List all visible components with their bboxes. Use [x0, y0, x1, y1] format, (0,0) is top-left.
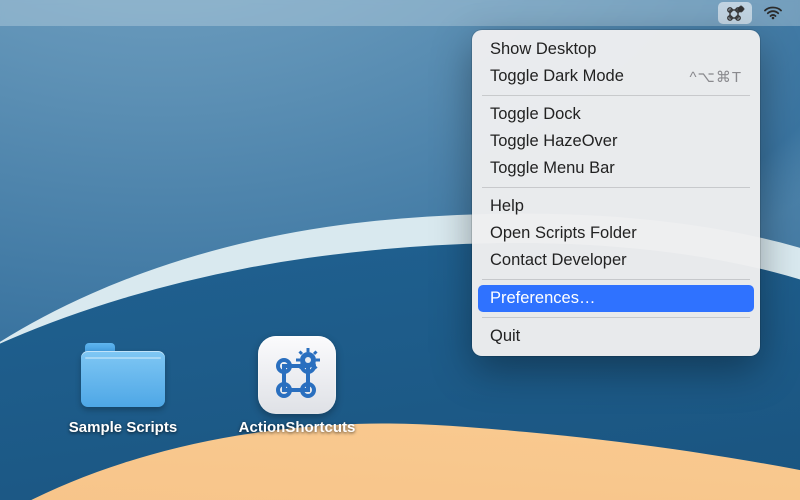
menu-item-label: Open Scripts Folder: [490, 224, 637, 243]
desktop-icon-actionshortcuts[interactable]: ActionShortcuts: [232, 338, 362, 436]
menu-item-label: Help: [490, 197, 524, 216]
app-menu-dropdown: Show Desktop Toggle Dark Mode ^⌥⌘T Toggl…: [472, 30, 760, 356]
menu-item-label: Show Desktop: [490, 40, 596, 59]
menu-item-toggle-hazeover[interactable]: Toggle HazeOver: [478, 128, 754, 155]
menu-item-toggle-dock[interactable]: Toggle Dock: [478, 101, 754, 128]
menu-item-quit[interactable]: Quit: [478, 323, 754, 350]
desktop-icon-label: ActionShortcuts: [239, 419, 356, 436]
menu-bar: [0, 0, 800, 26]
menu-item-toggle-menu-bar[interactable]: Toggle Menu Bar: [478, 155, 754, 182]
app-icon: [252, 338, 342, 412]
menu-item-label: Preferences…: [490, 289, 595, 308]
desktop-icon-label: Sample Scripts: [69, 419, 177, 436]
menu-item-contact-developer[interactable]: Contact Developer: [478, 247, 754, 274]
menu-item-toggle-dark-mode[interactable]: Toggle Dark Mode ^⌥⌘T: [478, 63, 754, 90]
desktop-icons: Sample Scripts: [58, 338, 362, 436]
menu-separator: [482, 279, 750, 280]
menu-separator: [482, 95, 750, 96]
menu-item-show-desktop[interactable]: Show Desktop: [478, 36, 754, 63]
desktop: Show Desktop Toggle Dark Mode ^⌥⌘T Toggl…: [0, 0, 800, 500]
menu-item-label: Contact Developer: [490, 251, 627, 270]
menu-item-label: Toggle Menu Bar: [490, 159, 615, 178]
folder-icon: [78, 338, 168, 412]
desktop-icon-sample-scripts[interactable]: Sample Scripts: [58, 338, 188, 436]
actionshortcuts-menubar-icon[interactable]: [718, 2, 752, 24]
menu-item-label: Toggle HazeOver: [490, 132, 617, 151]
menu-item-label: Toggle Dock: [490, 105, 581, 124]
menu-item-label: Quit: [490, 327, 520, 346]
menu-separator: [482, 317, 750, 318]
menu-item-open-scripts-folder[interactable]: Open Scripts Folder: [478, 220, 754, 247]
menu-item-shortcut: ^⌥⌘T: [690, 68, 743, 86]
menu-item-preferences[interactable]: Preferences…: [478, 285, 754, 312]
menu-item-help[interactable]: Help: [478, 193, 754, 220]
menu-separator: [482, 187, 750, 188]
menu-item-label: Toggle Dark Mode: [490, 67, 624, 86]
wifi-icon[interactable]: [756, 2, 790, 24]
